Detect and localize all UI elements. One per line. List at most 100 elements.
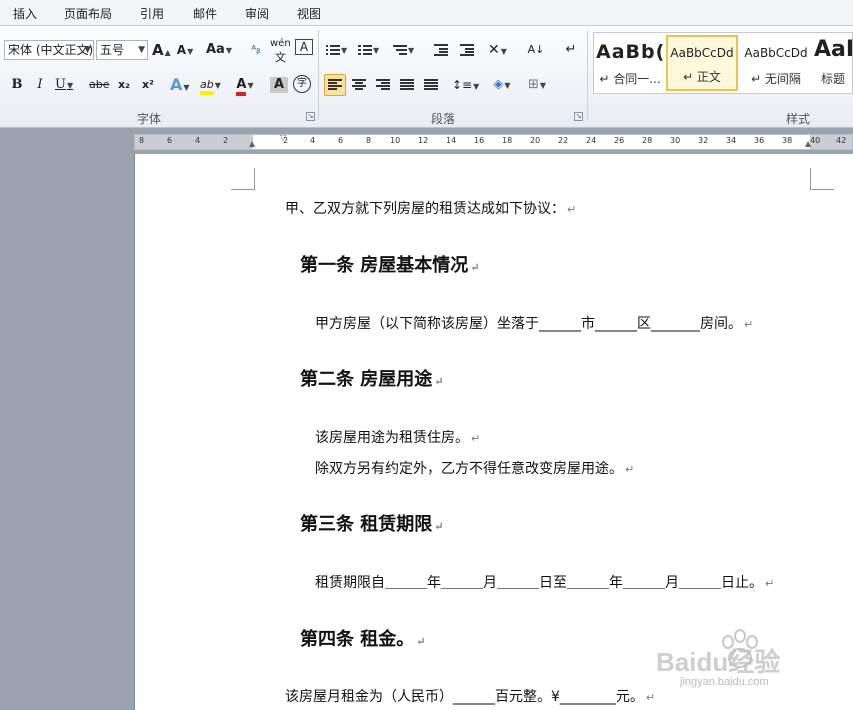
article-1-paragraph[interactable]: 甲方房屋（以下简称该房屋）坐落于______市______区_______房间。… [315, 313, 753, 333]
font-dialog-launcher-icon[interactable]: ↘ [306, 112, 315, 121]
italic-button[interactable]: I [31, 74, 49, 96]
style-heading[interactable]: AaI 标题 [814, 35, 852, 91]
tab-review[interactable]: 审阅 [245, 5, 269, 22]
style-sample: AaBb( [596, 41, 664, 63]
ribbon: 宋体 (中文正文) ▼ 五号 ▼ A▲ A▼ Aa▼ ᴬᵦ wén 文 A B I… [0, 26, 853, 128]
font-size-combo[interactable]: 五号 ▼ [96, 40, 148, 60]
ruler-tick-label: 18 [502, 136, 513, 145]
char-shading-button[interactable]: A [270, 77, 288, 93]
underline-button[interactable]: U▼ [55, 74, 73, 96]
watermark-url: jingyan.baidu.com [680, 676, 769, 688]
watermark-brand: Baidu经验 [656, 647, 781, 677]
first-line-indent-marker-icon[interactable]: ▽ [280, 133, 286, 142]
style-contract[interactable]: AaBb( ↵ 合同一... [596, 35, 664, 91]
numbering-button[interactable]: ▼ [358, 39, 379, 61]
ruler-tick-label: 22 [558, 136, 569, 145]
style-name: 标题 [820, 72, 845, 86]
chevron-down-icon[interactable]: ▼ [138, 41, 145, 59]
ruler-left-margin [135, 135, 253, 149]
article-3-heading[interactable]: 第三条 租赁期限 ↵ [300, 510, 444, 536]
paragraph-mark-icon: ↵ [565, 42, 577, 57]
paragraph-dialog-launcher-icon[interactable]: ↘ [574, 112, 583, 121]
line-spacing-icon: ↕≡ [452, 78, 473, 92]
superscript-button[interactable]: x² [139, 74, 157, 96]
ruler-tick-label: 10 [390, 136, 401, 145]
tab-view[interactable]: 视图 [297, 5, 321, 22]
justify-button[interactable] [398, 74, 416, 96]
horizontal-ruler[interactable]: 8 6 4 2 2 4 6 8 10 12 14 16 18 20 22 24 … [134, 133, 853, 150]
ruler-tick-label: 42 [836, 136, 847, 145]
article-2-paragraph-2[interactable]: 除双方另有约定外，乙方不得任意改变房屋用途。 ↵ [315, 458, 634, 478]
article-4-heading[interactable]: 第四条 租金。 ↵ [300, 625, 426, 651]
align-right-button[interactable] [374, 74, 392, 96]
tab-mailings[interactable]: 邮件 [193, 5, 217, 22]
styles-group-label: 样式 [786, 112, 811, 126]
increase-indent-button[interactable] [458, 39, 476, 61]
font-color-icon: A [236, 77, 247, 96]
article-4-paragraph[interactable]: 该房屋月租金为（人民币）______百元整。¥________元。 ↵ [285, 686, 655, 706]
decrease-indent-button[interactable] [432, 39, 450, 61]
grow-font-button[interactable]: A▲ [152, 39, 171, 61]
bullets-button[interactable]: ▼ [326, 39, 347, 61]
align-left-button[interactable] [324, 74, 346, 96]
enclose-char-button[interactable]: 字 [293, 75, 311, 93]
chevron-down-icon[interactable]: ▼ [84, 41, 91, 59]
ruler-tick-label: 30 [670, 136, 681, 145]
tab-references[interactable]: 引用 [140, 5, 164, 22]
font-size-value: 五号 [100, 43, 125, 57]
strikethrough-button[interactable]: abe [89, 74, 110, 96]
tab-page-layout[interactable]: 页面布局 [64, 5, 112, 22]
style-sample: AaI [814, 37, 852, 62]
multilevel-list-button[interactable]: ▼ [393, 39, 414, 61]
chinese-layout-icon: ✕ [488, 42, 500, 58]
font-name-combo[interactable]: 宋体 (中文正文) ▼ [4, 40, 94, 60]
char-border-button[interactable]: A [295, 39, 313, 55]
align-right-icon [376, 78, 390, 91]
show-marks-button[interactable]: ↵ [562, 39, 580, 61]
tab-insert[interactable]: 插入 [13, 5, 37, 22]
chinese-layout-button[interactable]: ✕▼ [488, 39, 507, 61]
group-divider [318, 30, 319, 120]
article-3-paragraph[interactable]: 租赁期限自＿＿＿年＿＿＿月＿＿＿日至＿＿＿年＿＿＿月＿＿＿日止。 ↵ [315, 572, 774, 592]
style-name: ↵ 无间隔 [751, 72, 801, 86]
article-4-text: 该房屋月租金为（人民币）______百元整。¥________元。 [285, 689, 644, 705]
paragraph-mark-icon: ↵ [765, 577, 775, 590]
borders-button[interactable]: ⊞▼ [528, 74, 546, 96]
text-effects-button[interactable]: A▼ [170, 74, 190, 96]
subscript-button[interactable]: x₂ [115, 74, 133, 96]
distribute-button[interactable] [422, 74, 440, 96]
change-case-icon: Aa [206, 42, 225, 57]
paragraph-group-label: 段落 [431, 112, 456, 126]
style-sample: AaBbCcDd [670, 46, 734, 60]
intro-text: 甲、乙双方就下列房屋的租赁达成如下协议： [285, 201, 565, 217]
article-2-paragraph-1[interactable]: 该房屋用途为租赁住房。 ↵ [315, 427, 480, 447]
decrease-indent-icon [434, 43, 448, 56]
clear-format-button[interactable]: ᴬᵦ [247, 39, 265, 61]
article-2-text-2: 除双方另有约定外，乙方不得任意改变房屋用途。 [315, 461, 623, 477]
ruler-tick-label: 20 [530, 136, 541, 145]
sort-button[interactable]: A↓ [527, 39, 545, 61]
shading-button[interactable]: ◈▼ [493, 74, 511, 96]
paragraph-mark-icon: ↵ [625, 463, 635, 476]
line-spacing-button[interactable]: ↕≡▼ [452, 74, 479, 96]
change-case-button[interactable]: Aa▼ [206, 39, 232, 61]
ruler-tick-label: 6 [338, 136, 344, 145]
font-name-value: 宋体 (中文正文) [8, 43, 94, 57]
highlight-button[interactable]: ab▼ [200, 74, 221, 96]
shrink-font-button[interactable]: A▼ [176, 39, 194, 61]
article-2-heading[interactable]: 第二条 房屋用途 ↵ [300, 365, 444, 391]
font-color-button[interactable]: A▼ [236, 74, 254, 96]
align-center-button[interactable] [350, 74, 368, 96]
left-indent-marker-icon[interactable]: ▲ [249, 139, 255, 148]
ruler-tick-label: 26 [614, 136, 625, 145]
baidu-jingyan-watermark: Baidu经验 jingyan.baidu.com [650, 618, 850, 698]
style-normal[interactable]: AaBbCcDd ↵ 正文 [666, 35, 738, 91]
phonetic-guide-button[interactable]: wén 文 [270, 37, 291, 64]
bold-button[interactable]: B [8, 74, 26, 96]
article-1-heading[interactable]: 第一条 房屋基本情况 ↵ [300, 251, 480, 277]
paragraph-mark-icon: ↵ [416, 635, 426, 648]
style-no-spacing[interactable]: AaBbCcDd ↵ 无间隔 [740, 35, 812, 91]
right-indent-marker-icon[interactable]: ▲ [805, 139, 811, 148]
justify-icon [400, 78, 414, 91]
intro-paragraph[interactable]: 甲、乙双方就下列房屋的租赁达成如下协议： ↵ [285, 198, 576, 218]
